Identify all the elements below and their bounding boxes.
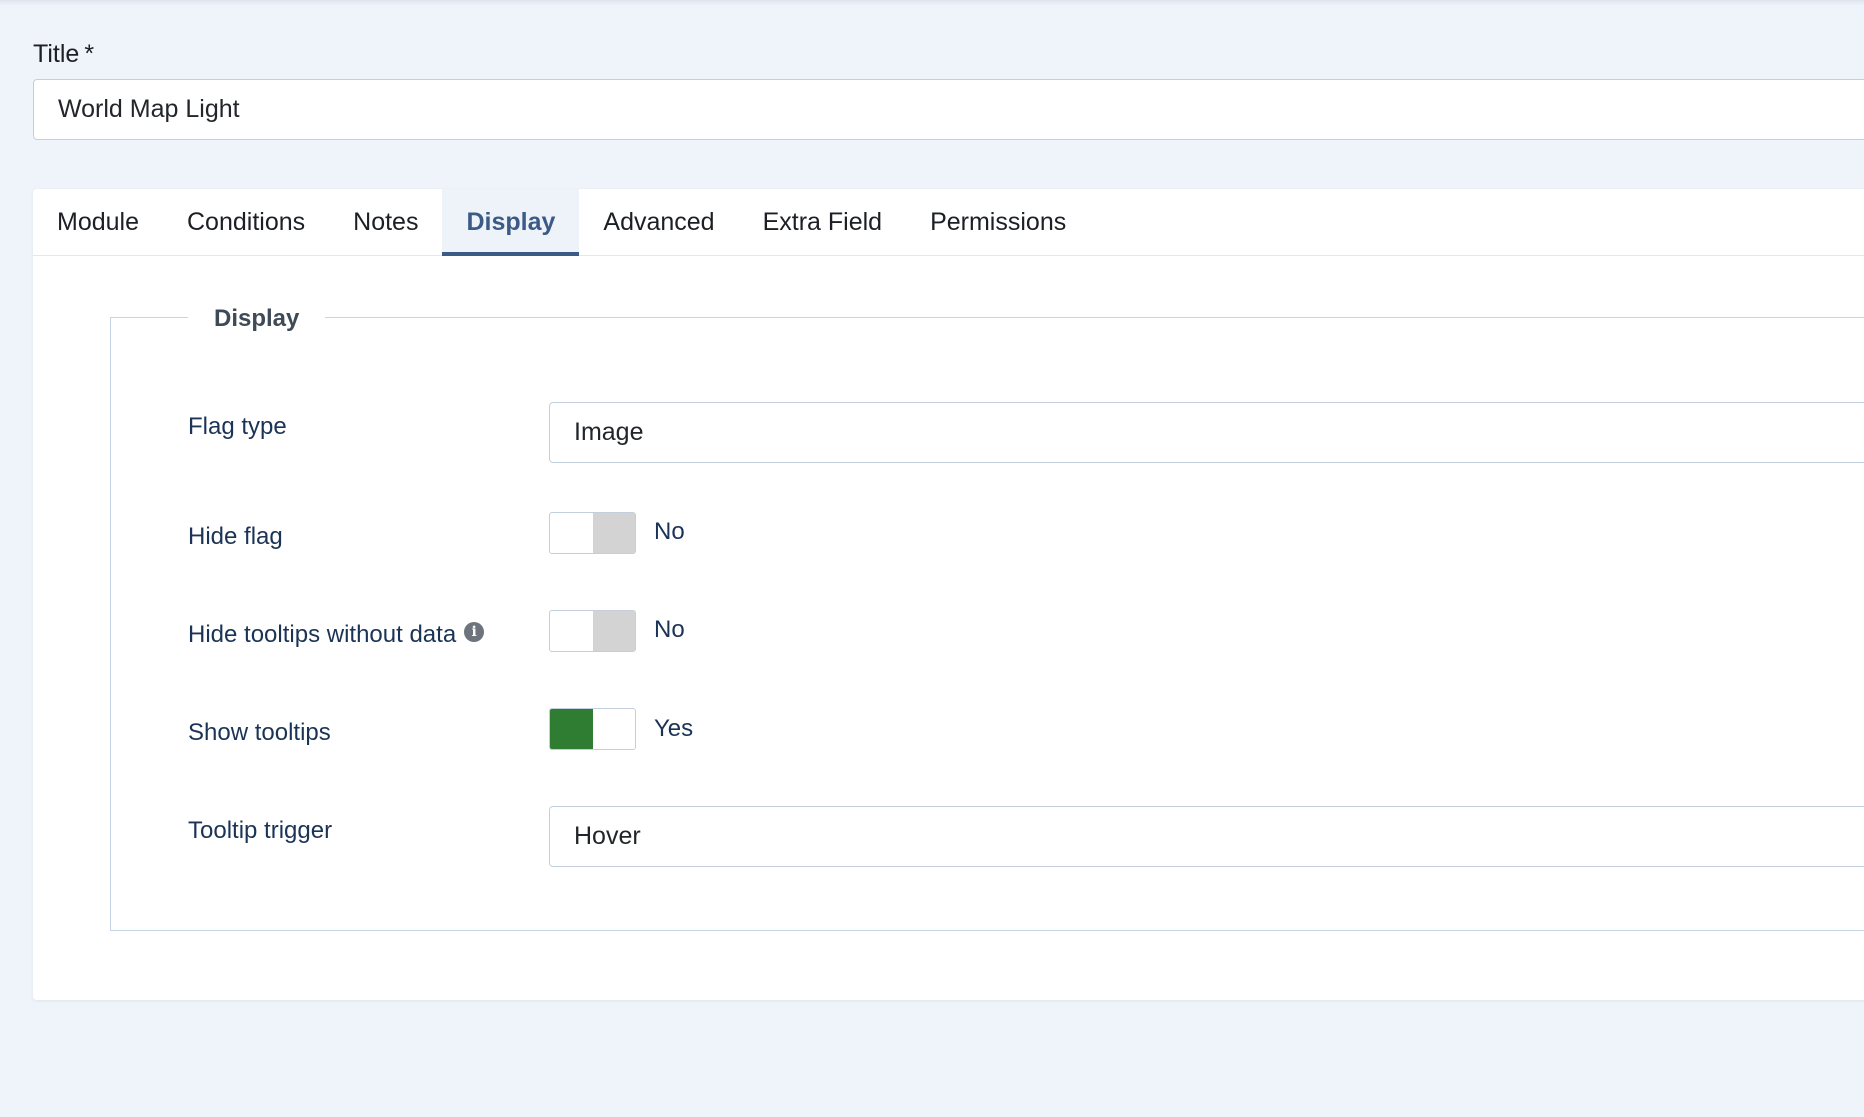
tab-bar: Module Conditions Notes Display Advanced… (33, 189, 1864, 256)
switch-track-on (550, 709, 593, 749)
hide-tooltips-label-text: Hide tooltips without data (188, 621, 457, 648)
switch-knob-on (593, 709, 636, 749)
top-shadow (0, 0, 1864, 6)
show-tooltips-state: Yes (654, 715, 694, 742)
show-tooltips-switch[interactable] (549, 708, 636, 750)
flag-type-select[interactable]: Image (549, 402, 1864, 463)
fieldset-legend: Display (188, 303, 326, 335)
hide-flag-state: No (654, 518, 685, 545)
switch-track-off (592, 513, 635, 553)
required-mark: * (84, 40, 95, 68)
title-input[interactable] (33, 79, 1864, 140)
hide-flag-label: Hide flag (188, 523, 283, 550)
tab-permissions[interactable]: Permissions (906, 189, 1090, 255)
switch-track-off (592, 611, 635, 651)
switch-knob-off (550, 611, 593, 651)
tooltip-trigger-value: Hover (574, 822, 641, 850)
tab-extra-field[interactable]: Extra Field (739, 189, 906, 255)
info-icon[interactable]: i (464, 622, 485, 642)
hide-tooltips-label: Hide tooltips without data i (188, 619, 485, 651)
tab-advanced[interactable]: Advanced (579, 189, 738, 255)
tab-conditions[interactable]: Conditions (163, 189, 329, 255)
tooltip-trigger-select[interactable]: Hover (549, 806, 1864, 867)
flag-type-label: Flag type (188, 413, 287, 440)
hide-tooltips-switch[interactable] (549, 610, 636, 652)
tab-module[interactable]: Module (33, 189, 163, 255)
title-label: Title * (33, 40, 94, 69)
tab-display[interactable]: Display (442, 189, 580, 256)
tooltip-trigger-label: Tooltip trigger (188, 817, 333, 844)
tab-notes[interactable]: Notes (329, 189, 442, 255)
flag-type-value: Image (574, 418, 644, 446)
show-tooltips-label: Show tooltips (188, 719, 331, 746)
switch-knob-off (550, 513, 593, 553)
hide-flag-switch[interactable] (549, 512, 636, 554)
hide-tooltips-state: No (654, 616, 685, 643)
title-label-text: Title (33, 40, 80, 68)
